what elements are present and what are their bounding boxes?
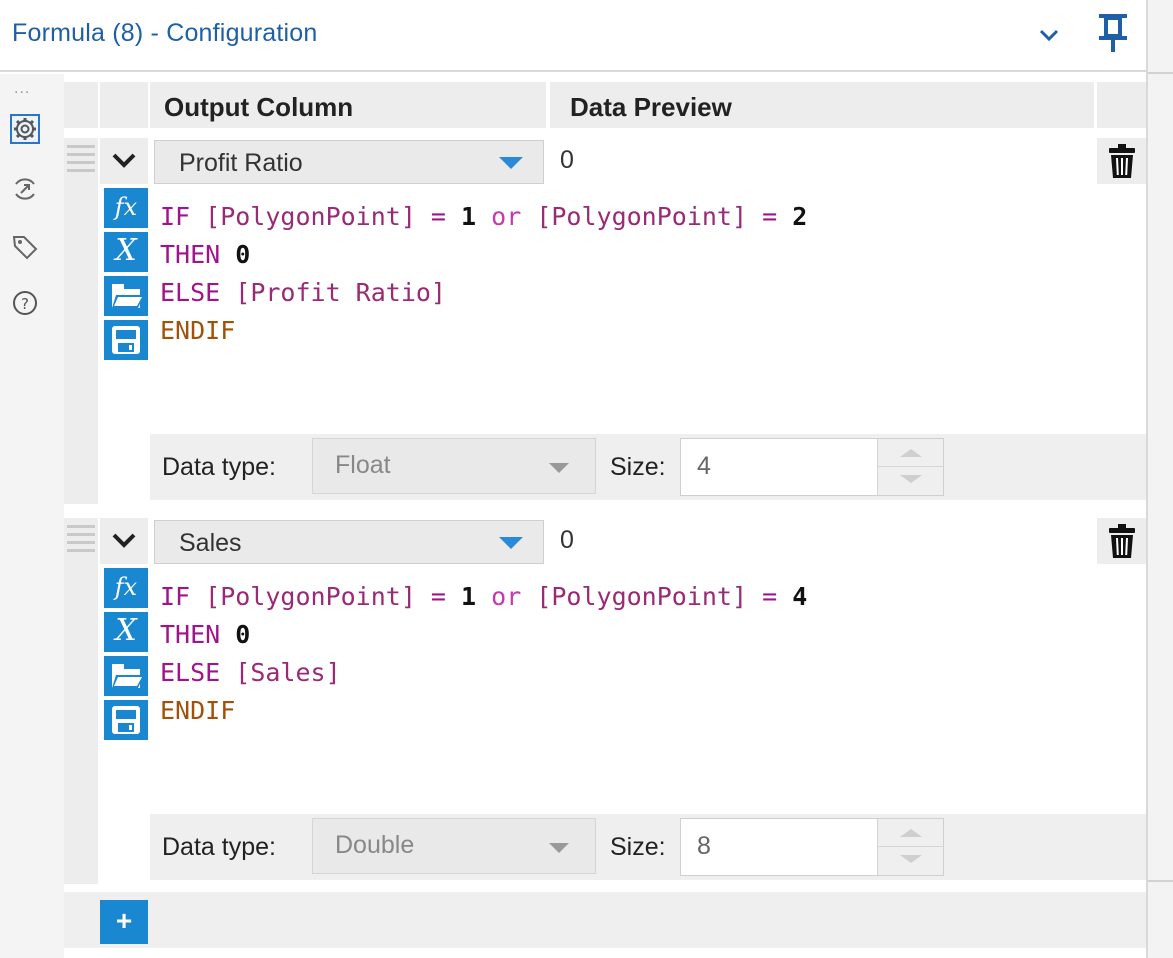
- formula-tools: fx X: [100, 184, 150, 454]
- open-expression-button[interactable]: [104, 656, 148, 696]
- data-type-select[interactable]: Double: [312, 818, 596, 874]
- gear-icon: [14, 118, 36, 140]
- expression-editor[interactable]: IF [PolygonPoint] = 1 or [PolygonPoint] …: [150, 564, 1146, 814]
- data-preview-value: 0: [560, 146, 574, 174]
- trash-icon: [1109, 524, 1135, 558]
- size-spinner[interactable]: [877, 439, 944, 495]
- pin-button[interactable]: [1096, 12, 1130, 54]
- spin-up-icon: [900, 449, 922, 457]
- fx-icon: fx: [114, 573, 138, 601]
- output-column-select[interactable]: Profit Ratio: [154, 140, 544, 184]
- connection-icon: [15, 178, 35, 200]
- svg-text:?: ?: [21, 295, 29, 313]
- drag-handle[interactable]: [64, 518, 98, 564]
- dropdown-arrow-icon: [499, 537, 523, 549]
- functions-button[interactable]: fx: [104, 188, 148, 228]
- column-header-row: Output Column Data Preview: [64, 82, 1146, 128]
- trash-icon: [1109, 144, 1135, 178]
- chevron-down-icon: [1039, 29, 1059, 42]
- data-preview-header: Data Preview: [570, 92, 732, 122]
- pin-icon: [1099, 14, 1127, 52]
- help-icon: ?: [13, 291, 37, 315]
- delete-formula-button[interactable]: [1097, 518, 1146, 564]
- help-tab[interactable]: ?: [10, 288, 40, 318]
- data-type-value: Float: [335, 451, 391, 479]
- folder-open-icon: [112, 284, 144, 308]
- rail-dots: ...: [14, 80, 31, 97]
- expression-editor[interactable]: IF [PolygonPoint] = 1 or [PolygonPoint] …: [150, 184, 1146, 434]
- save-expression-button[interactable]: [104, 700, 148, 740]
- spin-up-icon: [900, 829, 922, 837]
- data-type-row: Data type: Float Size: 4: [150, 434, 1146, 500]
- add-formula-button[interactable]: +: [100, 900, 148, 944]
- save-icon: [112, 706, 140, 734]
- add-formula-row: +: [64, 892, 1146, 948]
- data-type-label: Data type:: [162, 453, 276, 481]
- expand-toggle[interactable]: [100, 518, 148, 564]
- variables-button[interactable]: X: [104, 232, 148, 272]
- title-bar: Formula (8) - Configuration: [0, 0, 1173, 72]
- data-preview-cell: 0: [550, 138, 1094, 184]
- functions-button[interactable]: fx: [104, 568, 148, 608]
- tag-icon: [12, 236, 38, 260]
- save-icon: [112, 326, 140, 354]
- dropdown-arrow-icon: [549, 463, 569, 473]
- connection-tab[interactable]: [10, 174, 40, 204]
- data-type-row: Data type: Double Size: 8: [150, 814, 1146, 880]
- annotation-tab[interactable]: [10, 232, 40, 262]
- window-title: Formula (8) - Configuration: [12, 19, 318, 47]
- variables-button[interactable]: X: [104, 612, 148, 652]
- size-input[interactable]: 8: [680, 818, 944, 876]
- open-expression-button[interactable]: [104, 276, 148, 316]
- expand-toggle[interactable]: [100, 138, 148, 184]
- size-value: 8: [697, 832, 711, 860]
- size-label: Size:: [610, 833, 666, 861]
- data-type-value: Double: [335, 831, 415, 859]
- variable-x-icon: X: [115, 613, 137, 648]
- dropdown-arrow-icon: [499, 157, 523, 169]
- data-preview-cell: 0: [550, 518, 1094, 564]
- right-edge-panel: [1146, 0, 1173, 958]
- configuration-tab[interactable]: [10, 114, 40, 144]
- plus-icon: +: [115, 905, 133, 936]
- formula-configuration-panel: Output Column Data Preview Profit Ratio …: [64, 74, 1146, 958]
- data-preview-value: 0: [560, 526, 574, 554]
- left-icon-rail: ... ?: [0, 74, 64, 958]
- spin-down-icon: [900, 855, 922, 863]
- dropdown-arrow-icon: [549, 843, 569, 853]
- delete-formula-button[interactable]: [1097, 138, 1146, 184]
- output-column-value: Profit Ratio: [179, 149, 303, 177]
- output-column-value: Sales: [179, 529, 242, 557]
- data-type-label: Data type:: [162, 833, 276, 861]
- chevron-down-icon: [112, 533, 136, 548]
- fx-icon: fx: [114, 193, 138, 221]
- formula-tools: fx X: [100, 564, 150, 834]
- drag-handle[interactable]: [64, 138, 98, 184]
- variable-x-icon: X: [115, 233, 137, 268]
- spin-down-icon: [900, 475, 922, 483]
- output-column-select[interactable]: Sales: [154, 520, 544, 564]
- folder-open-icon: [112, 664, 144, 688]
- data-type-select[interactable]: Float: [312, 438, 596, 494]
- chevron-down-icon: [112, 153, 136, 168]
- output-column-header: Output Column: [164, 92, 354, 122]
- size-input[interactable]: 4: [680, 438, 944, 496]
- size-spinner[interactable]: [877, 819, 944, 875]
- collapse-button[interactable]: [1036, 20, 1062, 50]
- size-value: 4: [697, 452, 711, 480]
- size-label: Size:: [610, 453, 666, 481]
- save-expression-button[interactable]: [104, 320, 148, 360]
